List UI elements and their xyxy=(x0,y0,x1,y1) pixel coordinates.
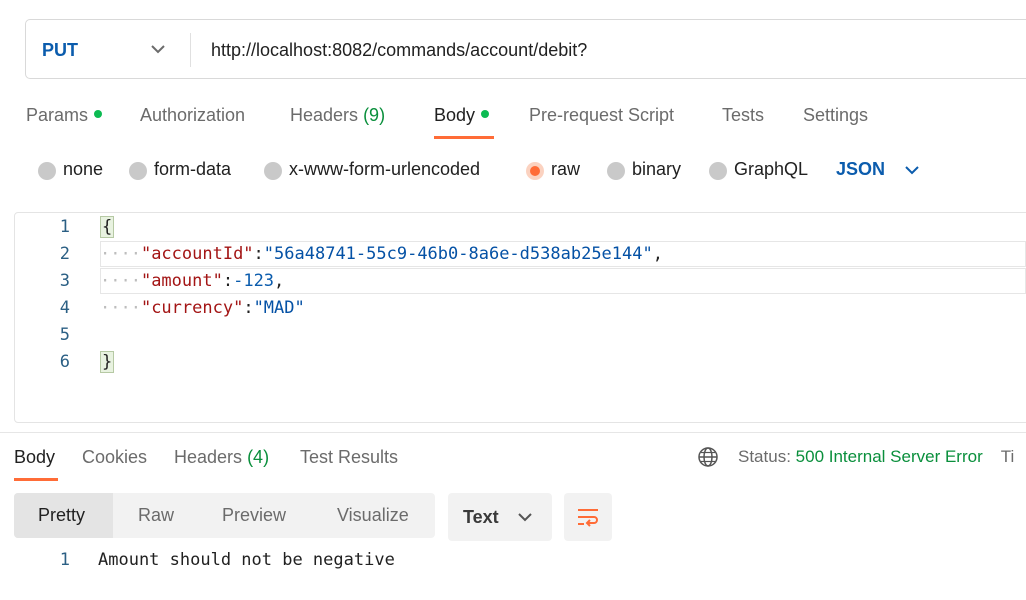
radio-urlencoded[interactable] xyxy=(264,162,282,180)
line-number: 1 xyxy=(59,217,70,237)
chevron-down-icon[interactable] xyxy=(904,164,920,176)
radio-label-urlencoded: x-www-form-urlencoded xyxy=(289,159,481,179)
line-number: 6 xyxy=(59,352,70,372)
view-pretty[interactable]: Pretty xyxy=(38,505,85,526)
tab-settings[interactable]: Settings xyxy=(803,105,868,126)
radio-form-data[interactable] xyxy=(129,162,147,180)
response-tab-headers[interactable]: Headers (4) xyxy=(174,447,269,468)
code-line: ····"accountId":"56a48741-55c9-46b0-8a6e… xyxy=(100,244,663,264)
open-brace: { xyxy=(100,216,115,238)
url-input[interactable]: http://localhost:8082/commands/account/d… xyxy=(211,40,587,61)
tab-params[interactable]: Params xyxy=(26,105,103,126)
response-status: Status: 500 Internal Server Error Ti xyxy=(738,447,1015,466)
method-select[interactable]: PUT xyxy=(42,40,78,61)
line-number: 5 xyxy=(59,325,70,345)
radio-label-graphql: GraphQL xyxy=(734,159,809,179)
tab-pre-request-script[interactable]: Pre-request Script xyxy=(529,105,674,126)
radio-none[interactable] xyxy=(38,162,56,180)
view-preview[interactable]: Preview xyxy=(222,505,286,526)
radio-label-form-data: form-data xyxy=(154,159,232,179)
pane-divider[interactable] xyxy=(0,432,1026,433)
code-line: ····"amount":-123, xyxy=(100,271,285,291)
chevron-down-icon xyxy=(518,513,532,522)
wrap-lines-icon xyxy=(578,509,598,527)
code-line: { xyxy=(100,216,115,238)
line-number: 2 xyxy=(59,244,70,264)
active-dot-icon xyxy=(481,110,490,119)
radio-label-raw: raw xyxy=(551,159,581,179)
close-brace: } xyxy=(100,351,115,373)
code-line: ····"currency":"MAD" xyxy=(100,298,305,318)
globe-icon[interactable] xyxy=(697,446,719,468)
active-tab-underline xyxy=(14,478,58,481)
active-tab-underline xyxy=(434,136,494,139)
divider xyxy=(190,33,191,67)
line-number: 4 xyxy=(59,298,70,318)
format-select[interactable]: JSON xyxy=(836,159,885,180)
response-format-label: Text xyxy=(463,507,499,527)
chevron-down-icon[interactable] xyxy=(150,43,166,55)
radio-label-binary: binary xyxy=(632,159,682,179)
radio-binary[interactable] xyxy=(607,162,625,180)
response-body: Amount should not be negative xyxy=(98,550,395,570)
response-tab-test-results[interactable]: Test Results xyxy=(300,447,398,468)
status-value[interactable]: 500 Internal Server Error xyxy=(796,447,983,466)
line-number: 3 xyxy=(59,271,70,291)
tab-tests[interactable]: Tests xyxy=(722,105,764,126)
view-raw[interactable]: Raw xyxy=(138,505,174,526)
code-line: } xyxy=(100,351,115,373)
line-number: 1 xyxy=(59,550,70,570)
tab-authorization[interactable]: Authorization xyxy=(140,105,245,126)
response-tab-body[interactable]: Body xyxy=(14,447,55,468)
view-visualize[interactable]: Visualize xyxy=(337,505,409,526)
response-tab-cookies[interactable]: Cookies xyxy=(82,447,147,468)
radio-graphql[interactable] xyxy=(709,162,727,180)
radio-label-none: none xyxy=(63,159,104,179)
tab-body[interactable]: Body xyxy=(434,105,490,126)
tab-headers[interactable]: Headers (9) xyxy=(290,105,385,126)
active-dot-icon xyxy=(94,110,103,119)
radio-raw[interactable] xyxy=(526,162,544,180)
